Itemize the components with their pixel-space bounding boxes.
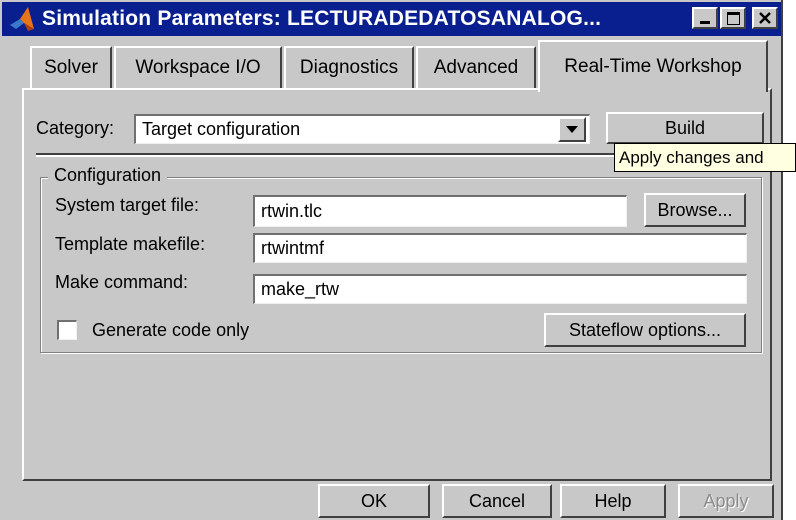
tab-diagnostics[interactable]: Diagnostics [284,46,414,88]
window-title: Simulation Parameters: LECTURADEDATOSANA… [42,7,602,30]
close-icon [759,12,771,24]
template-makefile-label: Template makefile: [55,234,206,254]
browse-button-label: Browse... [657,199,733,220]
template-makefile-value: rtwintmf [261,238,324,258]
cancel-button-label: Cancel [468,490,526,511]
title-bar[interactable]: Simulation Parameters: LECTURADEDATOSANA… [2,2,781,36]
tab-diagnostics-label: Diagnostics [299,57,399,78]
ok-button[interactable]: OK [318,484,430,518]
generate-code-checkbox[interactable] [57,320,77,340]
category-select[interactable]: Target configuration [134,114,590,144]
system-target-value: rtwin.tlc [261,201,323,221]
template-makefile-field[interactable]: rtwintmf [253,233,747,263]
ok-button-label: OK [360,490,387,511]
build-tooltip: Apply changes and [614,143,796,172]
browse-button[interactable]: Browse... [644,193,746,227]
tooltip-text: Apply changes and [619,147,764,167]
category-value: Target configuration [142,119,301,139]
stateflow-options-label: Stateflow options... [568,319,722,340]
make-command-value: make_rtw [261,279,340,299]
make-command-field[interactable]: make_rtw [253,274,747,304]
minimize-button[interactable] [692,7,718,29]
help-button[interactable]: Help [560,484,666,518]
tab-advanced[interactable]: Advanced [416,46,536,88]
apply-button-label: Apply [703,490,749,511]
tab-workspace-io-label: Workspace I/O [135,57,261,78]
apply-button[interactable]: Apply [678,484,774,518]
maximize-icon [726,11,740,25]
chevron-down-icon [566,125,578,133]
minimize-icon [700,20,710,24]
stateflow-options-button[interactable]: Stateflow options... [544,313,746,347]
configuration-group-label: Configuration [48,165,168,186]
cancel-button[interactable]: Cancel [442,484,552,518]
tab-workspace-io[interactable]: Workspace I/O [114,46,282,88]
system-target-label: System target file: [55,195,200,215]
make-command-label: Make command: [55,272,189,292]
category-label: Category: [36,118,115,138]
tab-solver[interactable]: Solver [30,46,112,88]
close-button[interactable] [752,7,778,29]
simulation-parameters-dialog: Simulation Parameters: LECTURADEDATOSANA… [0,0,796,520]
tab-real-time-workshop-label: Real-Time Workshop [564,56,742,77]
matlab-logo-icon [10,7,34,31]
build-button[interactable]: Build [606,112,764,144]
help-button-label: Help [594,490,632,511]
tab-solver-label: Solver [44,57,98,78]
category-dropdown-button[interactable] [558,117,586,142]
tab-real-time-workshop[interactable]: Real-Time Workshop [538,40,768,92]
tab-advanced-label: Advanced [433,57,519,78]
build-button-label: Build [664,117,706,138]
generate-code-label: Generate code only [92,320,250,340]
maximize-button[interactable] [720,7,746,29]
system-target-field[interactable]: rtwin.tlc [253,195,627,227]
